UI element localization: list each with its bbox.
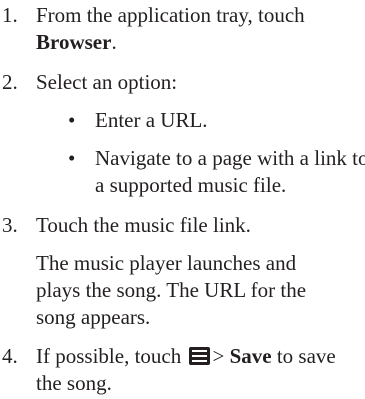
step-text-post: to save [276,344,336,368]
instruction-document: 1. From the application tray, touch Brow… [0,0,365,399]
bullet-text: Navigate to a page with a link to [95,146,365,170]
step-text-continued: Browser. [36,29,117,56]
bullet-dot: • [68,108,76,132]
step-text: If possible, touch > Save to save [36,343,336,370]
step-text-continued: the song. [36,371,112,395]
bullet-text: Enter a URL. [95,108,208,132]
save-label: Save [229,344,272,368]
step-number: 1. [2,3,18,27]
step-number: 4. [2,344,18,368]
menu-icon [189,347,211,365]
step-paragraph-line: plays the song. The URL for the [36,278,307,302]
period: . [111,30,117,54]
step-number: 2. [2,70,18,94]
bullet-dot: • [68,146,76,170]
separator: > [212,344,225,368]
step-text: Touch the music file link. [36,213,251,237]
bullet-text-continued: a supported music file. [95,173,287,197]
browser-label: Browser [36,30,112,54]
step-text: From the application tray, touch [36,3,305,27]
step-paragraph-line: song appears. [36,305,151,329]
step-paragraph-line: The music player launches and [36,251,297,275]
step-number: 3. [2,213,18,237]
step-text: Select an option: [36,70,178,94]
step-text-pre: If possible, touch [36,344,182,368]
